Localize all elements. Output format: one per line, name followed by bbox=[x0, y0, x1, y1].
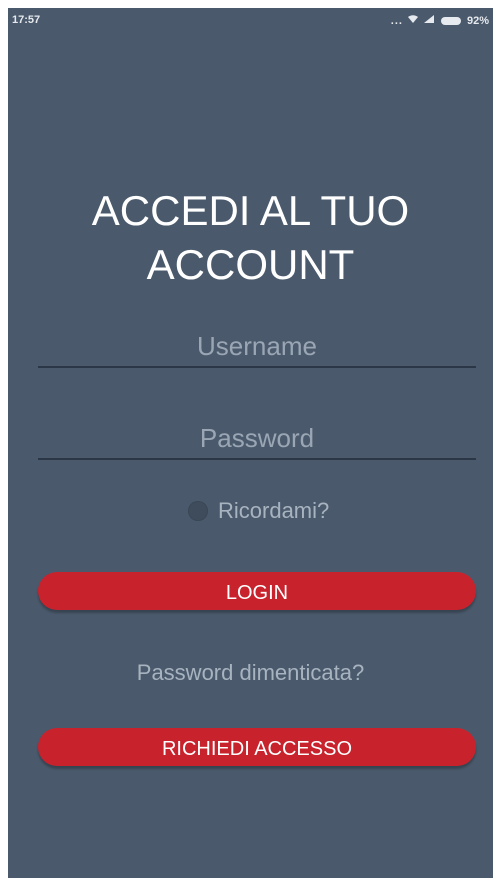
battery-icon bbox=[440, 16, 461, 25]
phone-screen: 17:57 ... 92% ACCEDI AL TUO ACCOUNT Rico… bbox=[8, 8, 493, 878]
remember-me[interactable]: Ricordami? bbox=[188, 498, 329, 524]
login-button[interactable]: LOGIN bbox=[38, 572, 476, 610]
password-field bbox=[38, 418, 476, 460]
remember-radio[interactable] bbox=[188, 501, 208, 521]
signal-icon bbox=[423, 14, 435, 27]
more-dots: ... bbox=[390, 14, 403, 27]
title-line-2: ACCOUNT bbox=[146, 241, 355, 289]
username-input[interactable] bbox=[38, 326, 476, 366]
request-access-button[interactable]: RICHIEDI ACCESSO bbox=[38, 728, 476, 766]
forgot-password-link[interactable]: Password dimenticata? bbox=[8, 660, 493, 686]
status-icons: ... 92% bbox=[391, 14, 489, 27]
wifi-icon bbox=[407, 14, 419, 27]
title-line-1: ACCEDI AL TUO bbox=[91, 187, 410, 235]
remember-label: Ricordami? bbox=[218, 498, 330, 523]
password-input[interactable] bbox=[38, 418, 476, 458]
page-title: ACCEDI AL TUO ACCOUNT bbox=[8, 184, 493, 292]
status-time: 17:57 bbox=[12, 14, 41, 26]
status-bar: 17:57 ... 92% bbox=[8, 8, 493, 34]
battery-percent: 92% bbox=[466, 14, 489, 27]
username-field bbox=[38, 326, 476, 368]
